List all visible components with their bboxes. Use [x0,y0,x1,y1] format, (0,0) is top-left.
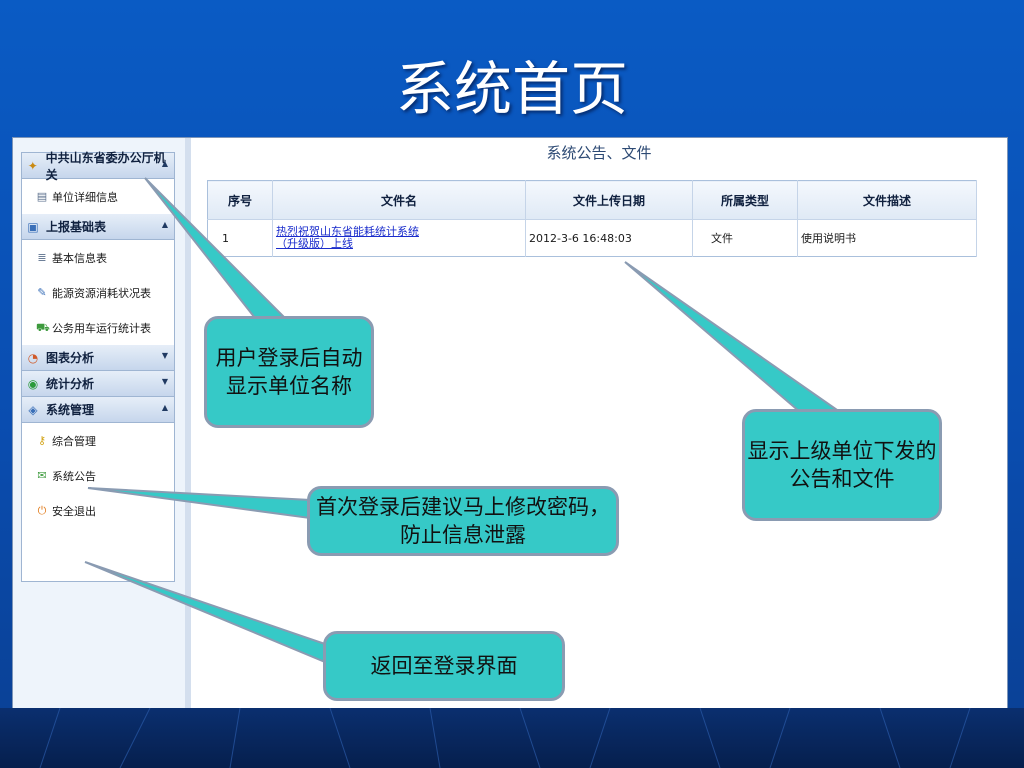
menu-item-basic-info[interactable]: ≣ 基本信息表 [22,240,174,275]
callout-logout: 返回至登录界面 [323,631,565,701]
logout-icon: ⏻ [37,503,47,517]
group-org[interactable]: ✦ 中共山东省委办公厅机关 ▲ [22,151,174,182]
menu-item-label: 综合管理 [52,434,96,448]
col-header-desc: 文件描述 [797,180,977,220]
group-org-label: 中共山东省委办公厅机关 [45,150,166,182]
panel-title: 系统公告、文件 [546,144,652,162]
table-header-row: 序号 文件名 文件上传日期 所属类型 文件描述 [207,180,977,220]
cell-date: 2012-3-6 16:48:03 [525,219,693,257]
menu-item-label: 单位详细信息 [52,190,118,204]
group-system-admin-label: 系统管理 [46,403,95,417]
file-table: 序号 文件名 文件上传日期 所属类型 文件描述 1 热烈祝贺山东省能耗统计系统 … [207,180,977,257]
callout-unit-name: 用户登录后自动显示单位名称 [204,316,374,428]
col-header-index: 序号 [207,180,273,220]
group-chart-analysis[interactable]: ◔ 图表分析 ▼ [22,345,174,371]
sidebar: ✦ 中共山东省委办公厅机关 ▲ ▤ 单位详细信息 ▣ 上报基础表 ▲ ≣ 基本信… [13,138,191,710]
group-chart-analysis-label: 图表分析 [46,351,95,365]
menu-item-vehicle[interactable]: ⛟ 公务用车运行统计表 [22,310,174,345]
settings-icon: ◈ [28,402,38,417]
pie-chart-icon: ◔ [27,350,39,365]
chevron-up-icon[interactable]: ▲ [162,159,168,168]
cell-index: 1 [207,219,273,257]
menu-item-label: 公务用车运行统计表 [52,321,151,335]
chevron-down-icon[interactable]: ▼ [162,377,168,386]
detail-icon: ▤ [36,189,48,203]
chevron-down-icon[interactable]: ▼ [162,351,168,360]
edit-icon: ✎ [37,285,47,299]
menu-item-energy[interactable]: ✎ 能源资源消耗状况表 [22,275,174,310]
menu-item-label: 系统公告 [52,469,96,483]
menu-item-label: 能源资源消耗状况表 [52,286,151,300]
file-link[interactable]: 热烈祝贺山东省能耗统计系统 （升级版）上线 [276,226,522,250]
cell-desc: 使用说明书 [797,219,977,257]
group-system-admin[interactable]: ◈ 系统管理 ▲ [22,397,174,423]
list-icon: ≣ [37,250,47,264]
clipboard-icon: ▣ [27,219,39,234]
group-stats-analysis[interactable]: ◉ 统计分析 ▼ [22,371,174,397]
menu-item-announcement[interactable]: ✉ 系统公告 [22,458,174,493]
group-base-tables[interactable]: ▣ 上报基础表 ▲ [22,214,174,240]
announcement-icon: ✉ [37,468,47,482]
table-row: 1 热烈祝贺山东省能耗统计系统 （升级版）上线 2012-3-6 16:48:0… [207,219,977,257]
key-icon: ⚷ [37,433,47,447]
cell-type: 文件 [692,219,798,257]
callout-notices: 显示上级单位下发的公告和文件 [742,409,942,521]
menu-item-label: 安全退出 [52,504,96,518]
chevron-up-icon[interactable]: ▲ [162,220,168,229]
file-link-line2: （升级版）上线 [276,237,353,250]
menu-item-unit-detail[interactable]: ▤ 单位详细信息 [22,179,174,214]
chevron-up-icon[interactable]: ▲ [162,403,168,412]
slide-title: 系统首页 [395,55,628,123]
decorative-band [0,708,1024,768]
group-stats-analysis-label: 统计分析 [46,377,95,391]
menu-item-general-admin[interactable]: ⚷ 综合管理 [22,423,174,458]
decorative-lines [39,708,971,768]
menu-item-label: 基本信息表 [52,251,107,265]
stats-icon: ◉ [27,376,39,391]
cell-name: 热烈祝贺山东省能耗统计系统 （升级版）上线 [272,219,526,257]
col-header-type: 所属类型 [692,180,798,220]
car-icon: ⛟ [36,320,50,334]
callout-password: 首次登录后建议马上修改密码，防止信息泄露 [307,486,619,556]
col-header-name: 文件名 [272,180,526,220]
menu-item-logout[interactable]: ⏻ 安全退出 [22,493,174,528]
group-base-tables-label: 上报基础表 [46,220,107,234]
col-header-date: 文件上传日期 [525,180,693,220]
sidebar-menu: ✦ 中共山东省委办公厅机关 ▲ ▤ 单位详细信息 ▣ 上报基础表 ▲ ≣ 基本信… [21,151,175,582]
org-icon: ✦ [27,158,38,173]
